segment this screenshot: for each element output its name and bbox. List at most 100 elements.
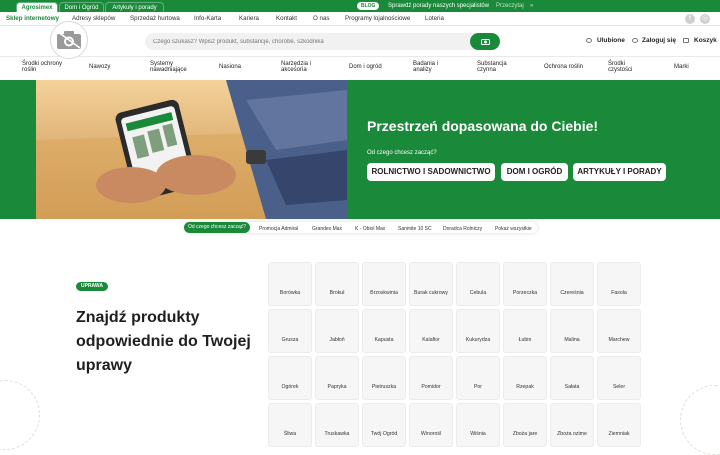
category-marki[interactable]: Marki — [674, 64, 689, 70]
tab-dom-i-ogrod[interactable]: Dom i Ogród — [59, 2, 104, 12]
hero-button-dom-i-ogrod[interactable]: DOM I OGRÓD — [501, 163, 568, 181]
search-bar — [145, 33, 500, 50]
crop-tile[interactable]: Pomidor — [409, 356, 453, 400]
crop-tile[interactable]: Zboża jare — [503, 403, 547, 447]
chip-promocja-admiral[interactable]: Promocja Admiral — [259, 226, 298, 232]
crop-tile[interactable]: Brzoskwinia — [362, 262, 406, 306]
crop-tile[interactable]: Truskawka — [315, 403, 359, 447]
search-button[interactable] — [470, 33, 500, 50]
decorative-plant-right — [680, 385, 720, 455]
chip-doradca-rolniczy[interactable]: Doradca Rolniczy — [443, 226, 482, 232]
nav-programy-lojalnosciowe[interactable]: Programy lojalnościowe — [345, 15, 410, 22]
crop-tile[interactable]: Fasola — [597, 262, 641, 306]
category-srodki-czystosci[interactable]: Środki czystości — [608, 61, 648, 73]
crop-tile[interactable]: Kalafior — [409, 309, 453, 353]
crop-tile[interactable]: Śliwa — [268, 403, 312, 447]
crop-tile[interactable]: Kapusta — [362, 309, 406, 353]
crop-label: Brzoskwinia — [370, 290, 398, 296]
crop-tile[interactable]: Kukurydza — [456, 309, 500, 353]
crop-label: Malina — [564, 337, 580, 343]
crop-label: Seler — [612, 384, 626, 390]
crop-tile[interactable]: Winorośl — [409, 403, 453, 447]
crop-tile[interactable]: Pietruszka — [362, 356, 406, 400]
nav-info-karta[interactable]: Info-Karta — [194, 15, 221, 22]
nav-o-nas[interactable]: O nas — [313, 15, 330, 22]
hero-title: Przestrzeń dopasowana do Ciebie! — [367, 118, 599, 134]
hero-button-rolnictwo[interactable]: ROLNICTWO I SADOWNICTWO — [367, 163, 495, 181]
blog-badge[interactable]: BLOG — [357, 2, 380, 10]
crop-label: Jabłoń — [329, 337, 345, 343]
crop-tile[interactable]: Ziemniak — [597, 403, 641, 447]
crop-label: Burak cukrowy — [413, 290, 449, 296]
crop-tile[interactable]: Rzepak — [503, 356, 547, 400]
facebook-icon[interactable]: f — [685, 14, 695, 24]
category-narzedzia-i-akcesoria[interactable]: Narzędzia i akcesoria — [281, 61, 326, 73]
category-substancja-czynna[interactable]: Substancja czynna — [477, 61, 517, 73]
crop-label: Por — [473, 384, 483, 390]
crop-tile[interactable]: Burak cukrowy — [409, 262, 453, 306]
crop-tile[interactable]: Czereśnia — [550, 262, 594, 306]
favorites-link[interactable]: Ulubione — [597, 37, 625, 44]
crop-tile[interactable]: Sałata — [550, 356, 594, 400]
chip-sanmite[interactable]: Sanmite 10 SC — [398, 226, 432, 232]
hero-button-artykuly[interactable]: ARTYKUŁY I PORADY — [573, 163, 666, 181]
cart-link[interactable]: Koszyk — [694, 37, 717, 44]
crop-label: Kalafior — [422, 337, 440, 343]
crop-label: Łubin — [518, 337, 532, 343]
search-input[interactable] — [153, 33, 473, 50]
nav-loteria[interactable]: Loteria — [425, 15, 444, 22]
login-link[interactable]: Zaloguj się — [642, 37, 676, 44]
crop-tile[interactable]: Papryka — [315, 356, 359, 400]
crop-tile[interactable]: Cebula — [456, 262, 500, 306]
chip-k-obiol-max[interactable]: K - Obiol Max — [355, 226, 385, 232]
nav-sprzedaz-hurtowa[interactable]: Sprzedaż hurtowa — [130, 15, 180, 22]
nav-sklep-internetowy[interactable]: Sklep internetowy — [6, 15, 59, 22]
crop-label: Ziemniak — [608, 431, 630, 437]
crop-tile[interactable]: Porzeczka — [503, 262, 547, 306]
crop-tile[interactable]: Wiśnia — [456, 403, 500, 447]
blog-read-link[interactable]: Przeczytaj — [496, 2, 524, 10]
instagram-icon[interactable]: ◎ — [700, 14, 710, 24]
blog-text: Sprawdź porady naszych specjalistów — [388, 3, 490, 9]
crop-tile[interactable]: Grusza — [268, 309, 312, 353]
crop-tile[interactable]: Twój Ogród — [362, 403, 406, 447]
crop-label: Grusza — [281, 337, 299, 343]
nav-kontakt[interactable]: Kontakt — [276, 15, 297, 22]
crop-tile[interactable]: Ogórek — [268, 356, 312, 400]
crop-label: Kukurydza — [465, 337, 491, 343]
crop-tile[interactable]: Brokuł — [315, 262, 359, 306]
heart-icon — [586, 38, 592, 43]
category-dom-i-ogrod[interactable]: Dom i ogród — [349, 64, 382, 70]
secondary-nav: Sklep internetowy Adresy sklepów Sprzeda… — [0, 12, 720, 26]
nav-adresy-sklepow[interactable]: Adresy sklepów — [72, 15, 115, 22]
hero-image — [36, 80, 347, 219]
hero-subtitle: Od czego chcesz zacząć? — [367, 150, 437, 156]
crop-tile[interactable]: Malina — [550, 309, 594, 353]
category-systemy-nawadniajace[interactable]: Systemy nawadniające — [150, 61, 200, 73]
chip-grandex-max[interactable]: Grandex Max — [312, 226, 342, 232]
crop-tile[interactable]: Zboża ozime — [550, 403, 594, 447]
category-badania-i-analizy[interactable]: Badania i analizy — [413, 61, 453, 73]
crop-tile[interactable]: Marchew — [597, 309, 641, 353]
crop-label: Kapusta — [374, 337, 394, 343]
tab-agrosimex[interactable]: Agrosimex — [16, 2, 58, 12]
logo[interactable] — [50, 21, 88, 59]
category-nasiona[interactable]: Nasiona — [219, 64, 241, 70]
category-ochrona-roslin[interactable]: Ochrona roślin — [544, 64, 583, 70]
crop-tile[interactable]: Por — [456, 356, 500, 400]
chip-od-czego-zaczac[interactable]: Od czego chcesz zacząć? — [184, 222, 251, 233]
crop-tile[interactable]: Borówka — [268, 262, 312, 306]
category-srodki-ochrony-roslin[interactable]: Środki ochrony roślin — [22, 61, 67, 73]
nav-kariera[interactable]: Kariera — [239, 15, 259, 22]
crop-label: Zboża jare — [512, 431, 538, 437]
crop-tile[interactable]: Seler — [597, 356, 641, 400]
chip-pokaz-wszystkie[interactable]: Pokaż wszystkie — [495, 226, 532, 232]
category-nawozy[interactable]: Nawozy — [89, 64, 110, 70]
crop-tile[interactable]: Łubin — [503, 309, 547, 353]
section-badge: UPRAWA — [76, 282, 108, 291]
crop-tile[interactable]: Jabłoń — [315, 309, 359, 353]
crop-label: Śliwa — [283, 431, 297, 437]
crop-label: Porzeczka — [512, 290, 538, 296]
crop-label: Winorośl — [420, 431, 442, 437]
tab-artykuly-i-porady[interactable]: Artykuły i porady — [105, 2, 164, 12]
